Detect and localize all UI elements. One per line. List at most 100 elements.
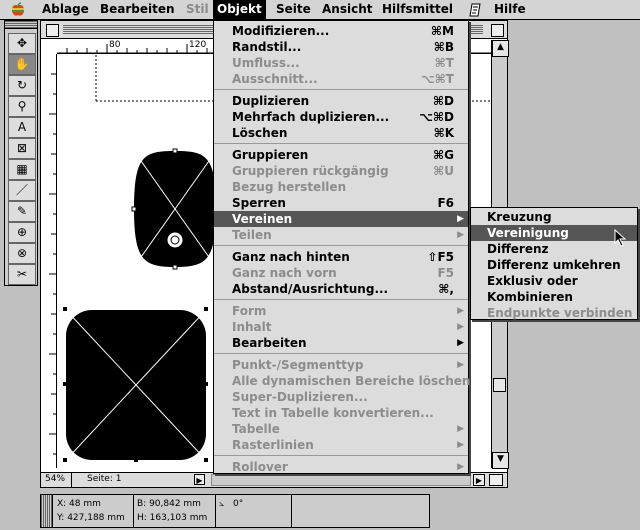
scroll-up-arrow-icon[interactable]: ▲	[492, 40, 509, 57]
submenu-item-kombinieren[interactable]: Kombinieren	[471, 289, 637, 305]
vereinen-submenu: Kreuzung Vereinigung Differenz Differenz um…	[470, 207, 638, 320]
menu-item-sperren[interactable]: Sperren F6	[214, 195, 468, 211]
hand-tool-icon[interactable]: ✋	[8, 54, 36, 75]
menu-seite[interactable]: Seite	[276, 0, 311, 19]
page-next-arrow-icon[interactable]: ▶	[194, 474, 205, 485]
menu-item-label: Alle dynamischen Bereiche löschen	[232, 374, 471, 388]
menu-item-label: Super-Duplizieren...	[232, 390, 368, 404]
angle-icon: ⦣	[219, 499, 225, 509]
close-box-icon[interactable]	[46, 24, 59, 37]
pointer-tool-icon[interactable]: ✥	[8, 33, 36, 54]
menu-item-shortcut: ⌘U	[433, 164, 454, 178]
menu-item-gruppieren-rückgängig[interactable]: Gruppieren rückgängig ⌘U	[214, 163, 468, 179]
menu-item-modifizieren[interactable]: Modifizieren... ⌘M	[214, 23, 468, 39]
menu-item-shortcut: ⌘K	[433, 126, 454, 140]
submenu-item-endpunkte-verbinden[interactable]: Endpunkte verbinden	[471, 305, 637, 321]
menu-objekt[interactable]: Objekt	[213, 0, 266, 19]
submenu-arrow-icon: ▶	[457, 360, 464, 370]
menu-item-umfluss[interactable]: Umfluss... ⌘T	[214, 55, 468, 71]
menu-item-punkt-segmenttyp[interactable]: Punkt-/Segmenttyp ▶	[214, 357, 468, 373]
text-tool-icon[interactable]: A	[8, 117, 36, 138]
menu-item-ganz-nach-hinten[interactable]: Ganz nach hinten ⇧F5	[214, 249, 468, 265]
menu-item-text-in-tabelle-konvertieren[interactable]: Text in Tabelle konvertieren...	[214, 405, 468, 421]
menu-item-label: Ausschnitt...	[232, 72, 318, 86]
menu-item-randstil[interactable]: Randstil... ⌘B	[214, 39, 468, 55]
menu-ansicht[interactable]: Ansicht	[322, 0, 372, 19]
menu-hilfe[interactable]: Hilfe	[494, 0, 526, 19]
menu-item-form[interactable]: Form ▶	[214, 303, 468, 319]
submenu-item-label: Kombinieren	[487, 290, 573, 304]
info-y: Y: 427,188 mm	[57, 513, 125, 523]
menu-item-löschen[interactable]: Löschen ⌘K	[214, 125, 468, 141]
zoom-tool-icon[interactable]: ⚲	[8, 96, 36, 117]
menu-item-ausschnitt[interactable]: Ausschnitt... ⌥⌘T	[214, 71, 468, 87]
zoom-level[interactable]: 54%	[45, 474, 65, 484]
scroll-right-arrow-icon[interactable]: ▶	[473, 474, 485, 486]
menu-item-tabelle[interactable]: Tabelle ▶	[214, 421, 468, 437]
menu-item-shortcut: ⌘,	[438, 282, 454, 296]
upper-rounded-shape[interactable]	[131, 148, 219, 270]
submenu-item-kreuzung[interactable]: Kreuzung	[471, 209, 637, 225]
line-tool-icon[interactable]: ／	[8, 180, 36, 201]
scroll-thumb[interactable]	[493, 378, 506, 392]
info-palette-drag-bar[interactable]	[41, 495, 53, 527]
menu-item-rasterlinien[interactable]: Rasterlinien ▶	[214, 437, 468, 453]
menu-item-shortcut: ⌘G	[433, 148, 454, 162]
menu-stil[interactable]: Stil	[186, 0, 209, 19]
submenu-item-label: Exklusiv oder	[487, 274, 578, 288]
script-menu-icon[interactable]	[468, 0, 484, 19]
table-tool-icon[interactable]: ▦	[8, 159, 36, 180]
info-height: H: 163,103 mm	[137, 513, 208, 523]
menu-hilfsmittel[interactable]: Hilfsmittel	[382, 0, 453, 19]
menu-item-label: Bearbeiten	[232, 336, 307, 350]
menu-item-super-duplizieren[interactable]: Super-Duplizieren...	[214, 389, 468, 405]
link-tool-icon[interactable]: ⊕	[8, 222, 36, 243]
submenu-item-exklusiv-oder[interactable]: Exklusiv oder	[471, 273, 637, 289]
menu-item-teilen[interactable]: Teilen ▶	[214, 227, 468, 243]
submenu-item-label: Endpunkte verbinden	[487, 306, 633, 320]
submenu-item-label: Kreuzung	[487, 210, 552, 224]
pen-tool-icon[interactable]: ✎	[8, 201, 36, 222]
menu-item-rollover[interactable]: Rollover ▶	[214, 459, 468, 475]
menu-item-label: Form	[232, 304, 267, 318]
apple-menu-icon[interactable]	[10, 0, 26, 19]
menu-item-ganz-nach-vorn[interactable]: Ganz nach vorn F5	[214, 265, 468, 281]
menu-ablage[interactable]: Ablage	[42, 0, 89, 19]
rectangle-tool-icon[interactable]: ⊠	[8, 138, 36, 159]
menu-item-gruppieren[interactable]: Gruppieren ⌘G	[214, 147, 468, 163]
submenu-item-differenz[interactable]: Differenz	[471, 241, 637, 257]
scroll-down-arrow-icon[interactable]: ▼	[492, 452, 509, 469]
info-x: X: 48 mm	[57, 499, 101, 509]
submenu-item-differenz-umkehren[interactable]: Differenz umkehren	[471, 257, 637, 273]
horizontal-scrollbar[interactable]	[211, 474, 471, 486]
menu-item-vereinen[interactable]: Vereinen ▶	[214, 211, 468, 227]
menu-item-shortcut: ⌘M	[430, 24, 454, 38]
menu-item-duplizieren[interactable]: Duplizieren ⌘D	[214, 93, 468, 109]
menu-item-mehrfach-duplizieren[interactable]: Mehrfach duplizieren... ⌥⌘D	[214, 109, 468, 125]
menu-item-label: Abstand/Ausrichtung...	[232, 282, 389, 296]
menu-item-label: Löschen	[232, 126, 288, 140]
toolbox-drag-bar[interactable]	[5, 21, 37, 29]
menu-item-label: Mehrfach duplizieren...	[232, 110, 390, 124]
menu-bearbeiten[interactable]: Bearbeiten	[100, 0, 175, 19]
menu-item-alle-dynamischen-bereiche-löschen[interactable]: Alle dynamischen Bereiche löschen	[214, 373, 471, 389]
lower-rounded-square[interactable]	[65, 309, 207, 461]
resize-box-icon[interactable]	[489, 474, 503, 486]
unlink-tool-icon[interactable]: ⊗	[8, 243, 36, 264]
menu-item-label: Bezug herstellen	[232, 180, 347, 194]
menu-item-abstand-ausrichtung[interactable]: Abstand/Ausrichtung... ⌘,	[214, 281, 468, 297]
submenu-arrow-icon: ▶	[457, 214, 464, 224]
mouse-cursor-icon	[614, 228, 628, 247]
submenu-item-vereinigung[interactable]: Vereinigung	[471, 225, 637, 241]
menu-item-shortcut: ⌥⌘T	[420, 72, 454, 86]
menu-item-shortcut: ⌥⌘D	[419, 110, 454, 124]
scissors-tool-icon[interactable]: ✂	[8, 264, 36, 285]
menu-item-inhalt[interactable]: Inhalt ▶	[214, 319, 468, 335]
menu-item-bearbeiten[interactable]: Bearbeiten ▶	[214, 335, 468, 351]
menu-item-bezug-herstellen[interactable]: Bezug herstellen	[214, 179, 468, 195]
menu-separator	[214, 455, 468, 456]
rotate-tool-icon[interactable]: ↻	[8, 75, 36, 96]
menu-separator	[214, 353, 468, 354]
zoom-box-icon[interactable]	[491, 24, 504, 37]
menu-item-shortcut: ⇧F5	[427, 250, 454, 264]
